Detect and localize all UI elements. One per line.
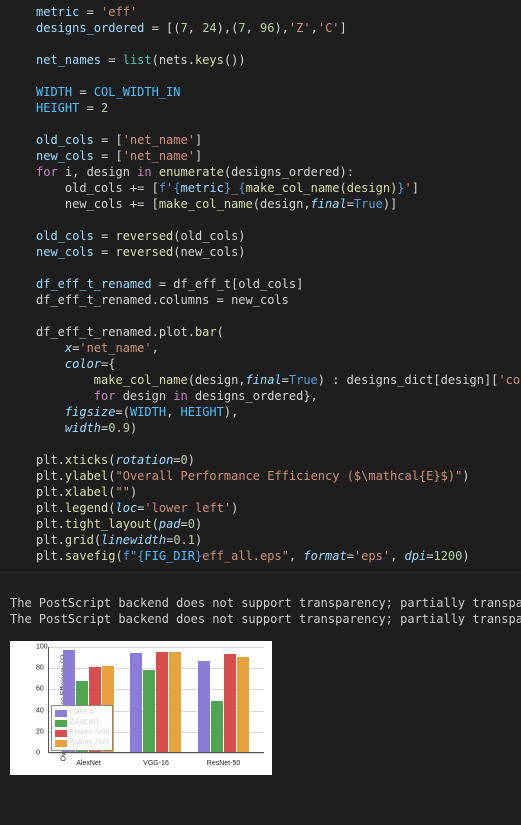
legend-item: Kraken 7x24: [55, 738, 109, 748]
bar: [211, 701, 223, 752]
output-chart: Overall Performance Efficiency (ℰ) CARLA…: [10, 641, 272, 775]
legend-swatch: [55, 710, 67, 717]
legend-swatch: [55, 730, 67, 737]
legend-item: CARLA: [55, 708, 109, 718]
bar: [237, 657, 249, 752]
legend-swatch: [55, 740, 67, 747]
x-tick-label: VGG-16: [143, 760, 169, 767]
y-tick-label: 100: [36, 644, 48, 651]
x-tick-label: AlexNet: [76, 760, 101, 767]
chart-legend: CARLAZASCADKraken 7x96Kraken 7x24: [51, 705, 113, 751]
x-tick-label: ResNet-50: [207, 760, 240, 767]
code-token: metric: [36, 5, 79, 19]
output-warning: The PostScript backend does not support …: [10, 596, 521, 610]
cell-divider: [0, 572, 521, 585]
legend-item: ZASCAD: [55, 718, 109, 728]
code-cell: metric = 'eff' designs_ordered = [(7, 24…: [0, 0, 521, 572]
y-tick-label: 80: [36, 665, 44, 672]
bar: [169, 652, 181, 752]
bar: [224, 654, 236, 752]
legend-label: Kraken 7x96: [70, 728, 109, 738]
bar-group: [130, 652, 181, 752]
bar: [143, 670, 155, 752]
bar: [156, 652, 168, 752]
legend-swatch: [55, 720, 67, 727]
legend-label: ZASCAD: [70, 718, 98, 728]
y-tick-label: 40: [36, 707, 44, 714]
legend-label: CARLA: [70, 708, 93, 718]
legend-label: Kraken 7x24: [70, 738, 109, 748]
y-tick-label: 0: [36, 750, 40, 757]
legend-item: Kraken 7x96: [55, 728, 109, 738]
bar: [130, 653, 142, 752]
output-warning: The PostScript backend does not support …: [10, 612, 521, 626]
bar: [198, 661, 210, 752]
y-tick-label: 60: [36, 686, 44, 693]
bar-group: [198, 654, 249, 752]
output-cell: The PostScript backend does not support …: [0, 585, 521, 631]
y-tick-label: 20: [36, 728, 44, 735]
